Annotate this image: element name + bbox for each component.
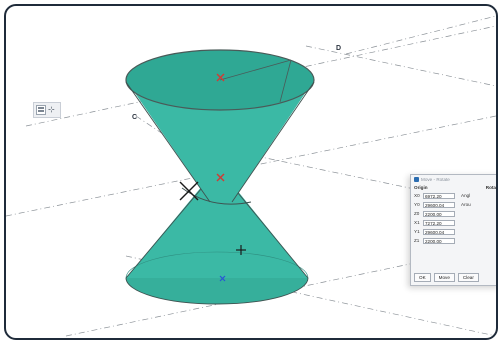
- field-label: X1: [414, 220, 420, 225]
- around-label: Arou: [461, 202, 471, 207]
- rotation-header: Rota: [485, 185, 496, 190]
- move-rotate-dialog: Move - Rotate Origin Rota X0 6972.20 Ang…: [410, 174, 496, 286]
- field-row: X1 7272.20: [414, 218, 496, 227]
- grid-line: [305, 45, 496, 87]
- field-row: Z1 2200.00: [414, 236, 496, 245]
- field-label: Z0: [414, 211, 420, 216]
- z0-input[interactable]: 2200.00: [423, 210, 455, 217]
- origin-header: Origin: [414, 185, 428, 190]
- x0-input[interactable]: 6972.20: [423, 192, 455, 199]
- move-button[interactable]: Move: [433, 273, 455, 282]
- x1-input[interactable]: 7272.20: [423, 219, 455, 226]
- black-cross-marker: [179, 181, 199, 201]
- clear-button[interactable]: Clear: [457, 273, 479, 282]
- z1-input[interactable]: 2200.00: [423, 237, 455, 244]
- field-row: Y0 29600.04 Arou: [414, 200, 496, 209]
- dialog-buttons: OK Move Clear: [414, 273, 479, 282]
- point-label-c: C: [132, 114, 137, 121]
- field-row: Z0 2200.00: [414, 209, 496, 218]
- field-row: X0 6972.20 Angl: [414, 191, 496, 200]
- 3d-viewport[interactable]: C D: [6, 6, 496, 338]
- angle-label: Angl: [461, 193, 471, 198]
- y0-input[interactable]: 29600.04: [423, 201, 455, 208]
- app-frame: C D ⊹ Move - Rotate Origin Rota X0 6972.…: [4, 4, 498, 340]
- field-label: Y0: [414, 202, 420, 207]
- y1-input[interactable]: 29600.04: [423, 228, 455, 235]
- lower-cone-base: [125, 277, 309, 305]
- field-label: X0: [414, 193, 420, 198]
- list-icon[interactable]: [36, 105, 46, 115]
- point-label-d: D: [336, 45, 341, 52]
- field-row: Y1 29600.04: [414, 227, 496, 236]
- field-label: Z1: [414, 238, 420, 243]
- field-label: Y1: [414, 229, 420, 234]
- move-handle-icon[interactable]: ⊹: [48, 105, 55, 115]
- mini-toolbar[interactable]: ⊹: [33, 102, 61, 118]
- ok-button[interactable]: OK: [414, 273, 431, 282]
- dialog-titlebar[interactable]: Move - Rotate: [411, 175, 496, 184]
- coordinate-fields: X0 6972.20 Angl Y0 29600.04 Arou Z0 2200…: [411, 190, 496, 246]
- dialog-title: Move - Rotate: [421, 177, 450, 182]
- grid-line: [345, 15, 496, 55]
- app-icon: [414, 177, 419, 182]
